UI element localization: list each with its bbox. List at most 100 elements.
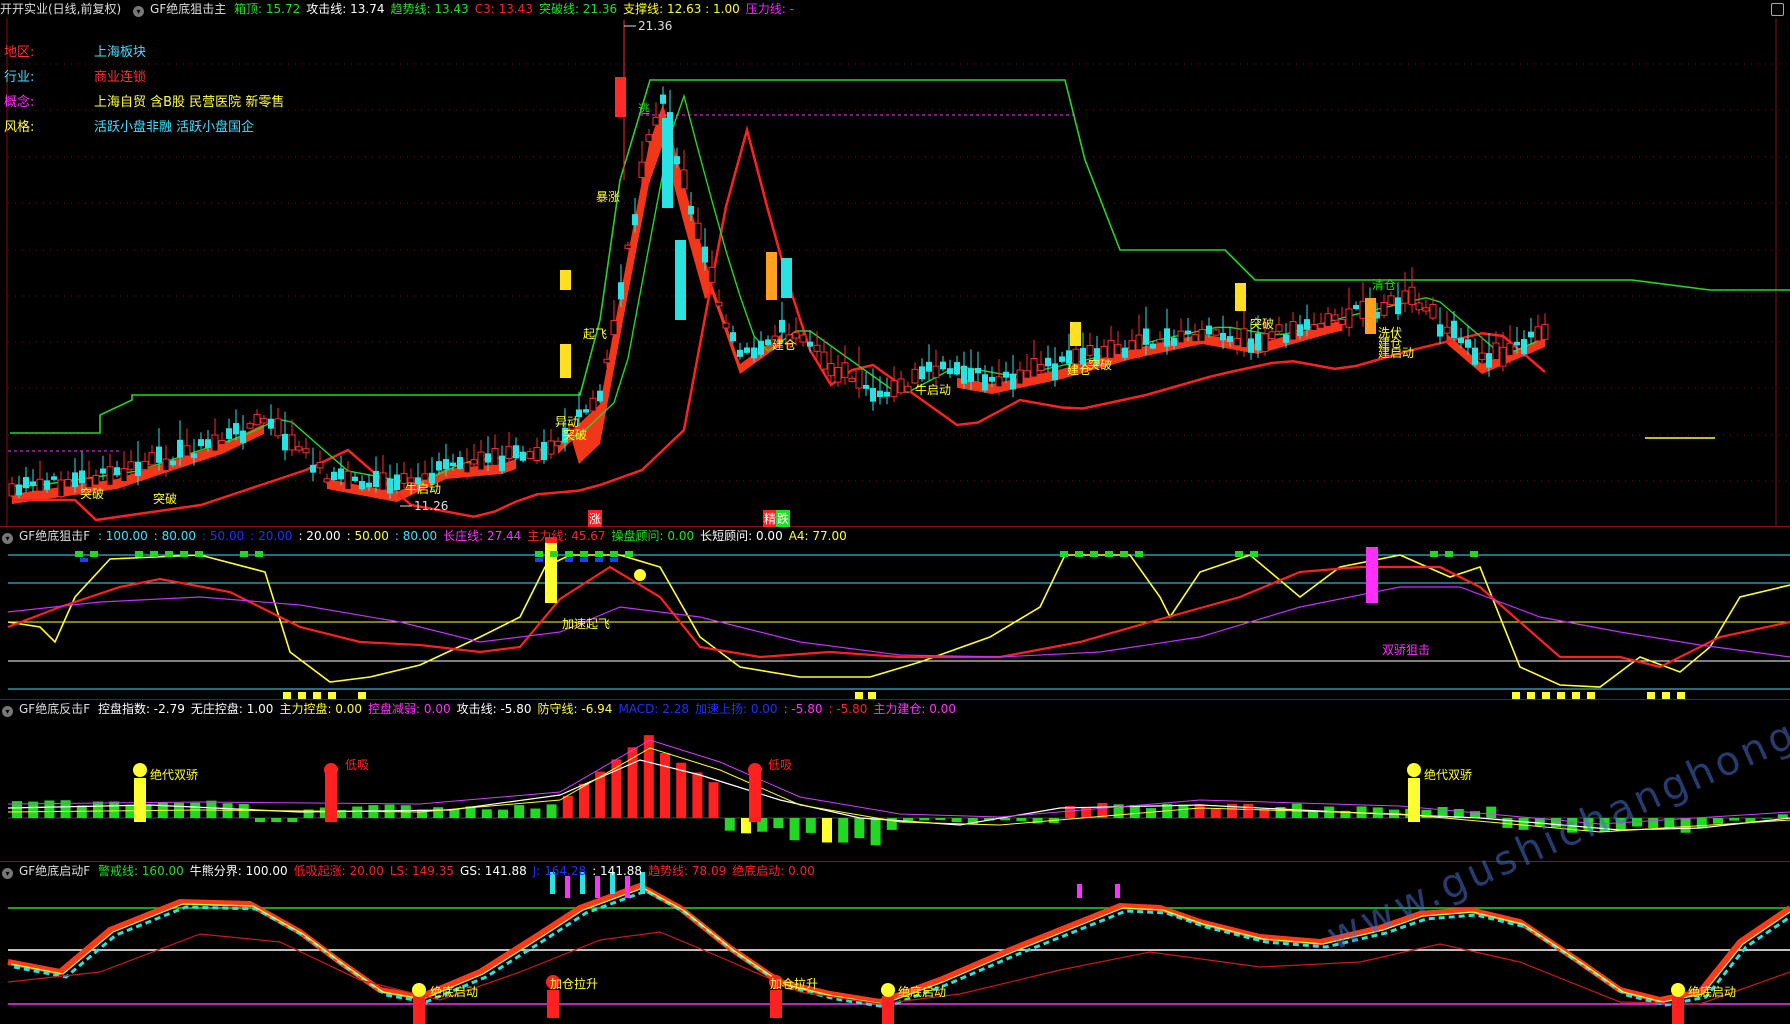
indicator-toggle-icon[interactable]: ▾ xyxy=(2,868,13,879)
top-block-blue xyxy=(80,558,88,562)
candle-down xyxy=(597,390,603,402)
candle-up xyxy=(799,334,807,343)
candle-down xyxy=(863,384,869,389)
candle-up xyxy=(1289,321,1297,341)
candle-down xyxy=(1185,330,1191,335)
top-block xyxy=(610,551,618,557)
p3-value-0: 控盘指数: -2.79 xyxy=(97,702,185,716)
candle-down xyxy=(23,477,29,489)
candle-down xyxy=(310,464,316,473)
histogram-bar xyxy=(838,818,849,843)
histogram-bar xyxy=(1680,818,1691,833)
p2-value-0: : 100.00 xyxy=(97,529,148,543)
indicator-toggle-icon[interactable]: ▾ xyxy=(2,706,13,717)
candle-down xyxy=(583,409,589,413)
signal-label: 低吸 xyxy=(768,758,793,772)
candle-down xyxy=(72,472,78,488)
histogram-bar xyxy=(1210,809,1221,818)
candle-up xyxy=(1023,370,1031,379)
indicator-pane-launch[interactable]: ▾ GF绝底启动F 警戒线: 160.00 牛熊分界: 100.00 低吸起涨: 20… xyxy=(0,861,1790,1024)
candle-up xyxy=(1408,286,1416,305)
candle-down xyxy=(961,365,967,384)
indicator-pane-snipe[interactable]: ▾ GF绝底狙击F : 100.00: 80.00: 50.00: 20.00: … xyxy=(0,526,1790,700)
signal-bar xyxy=(413,996,425,1024)
candle-up xyxy=(1268,331,1276,339)
top-block xyxy=(165,551,173,557)
signal-bar xyxy=(1672,996,1684,1024)
bottom-tag: 涨 xyxy=(588,510,603,527)
top-block xyxy=(90,551,98,557)
signal-marker: 清仓 xyxy=(1372,278,1397,292)
histogram-bar xyxy=(854,818,865,839)
histogram-bar xyxy=(1243,803,1254,818)
main-value-6: 压力线: - xyxy=(745,2,794,16)
signal-icon xyxy=(881,983,895,997)
main-value-4: 突破线: 21.36 xyxy=(538,2,618,16)
candle-up xyxy=(1191,334,1199,342)
candle-up xyxy=(1380,302,1388,316)
top-block-blue xyxy=(595,558,603,562)
p4-value-7: 趋势线: 78.09 xyxy=(648,864,727,878)
top-block xyxy=(1235,551,1243,557)
p3-indicator-name[interactable]: GF绝底反击F xyxy=(19,702,90,716)
info-value: 上海自贸 含B股 民营医院 新零售 xyxy=(94,95,285,110)
candle-up xyxy=(1324,313,1332,327)
candle-down xyxy=(233,423,239,435)
candle-down xyxy=(1304,319,1310,330)
stock-info-box: 地区: 上海板块 行业: 商业连锁 概念: 上海自贸 含B股 民营医院 新零售 风格: 活跃小… xyxy=(4,40,284,140)
histogram-bar xyxy=(109,801,120,818)
low-price-label: 11.26 xyxy=(414,499,448,513)
p3-header: ▾ GF绝底反击F 控盘指数: -2.79 无庄控盘: 1.00 主力控盘: 0.00… xyxy=(0,700,968,718)
top-block xyxy=(150,551,158,557)
top-block xyxy=(135,551,143,557)
signal-label: 绝代双骄 xyxy=(150,768,199,782)
candle-down xyxy=(499,455,505,472)
candle-up xyxy=(722,322,730,329)
histogram-bar xyxy=(1599,818,1610,832)
candle-down xyxy=(1220,332,1226,341)
candle-down xyxy=(870,388,876,402)
stock-title: 开开实业(日线,前复权) xyxy=(0,2,122,16)
indicator-toggle-icon[interactable]: ▾ xyxy=(2,533,13,544)
candle-up xyxy=(1317,323,1325,329)
info-value: 商业连锁 xyxy=(94,70,147,85)
p2-indicator-name[interactable]: GF绝底狙击F xyxy=(19,529,90,543)
candle-down xyxy=(338,468,344,480)
candle-up xyxy=(694,222,702,240)
top-block xyxy=(1120,551,1128,557)
main-chart-pane[interactable]: 开开实业(日线,前复权) ▾ GF绝底狙击主 箱顶: 15.72 攻击线: 13.7… xyxy=(0,0,1790,527)
candle-up xyxy=(183,445,191,457)
info-key: 风格: xyxy=(4,120,35,135)
candle-up xyxy=(1422,307,1430,312)
histogram-bar xyxy=(822,818,832,843)
candle-down xyxy=(968,368,974,382)
p4-value-1: 牛熊分界: 100.00 xyxy=(189,864,288,878)
histogram-bar xyxy=(1615,818,1626,831)
candle-down xyxy=(1437,324,1443,337)
candle-down xyxy=(947,368,953,375)
signal-icon xyxy=(1407,763,1421,777)
main-indicator-name[interactable]: GF绝底狙击主 xyxy=(150,2,226,16)
candle-up xyxy=(610,320,618,336)
candle-up xyxy=(645,134,653,142)
candle-up xyxy=(533,447,541,462)
candle-up xyxy=(841,362,849,378)
candle-up xyxy=(1177,330,1185,344)
p4-indicator-name[interactable]: GF绝底启动F xyxy=(19,864,90,878)
candle-up xyxy=(141,460,149,471)
p3-value-7: 加速上扬: 0.00 xyxy=(694,702,778,716)
candle-up xyxy=(1506,342,1514,357)
top-block xyxy=(550,551,558,557)
candle-up xyxy=(547,440,555,455)
window-button[interactable] xyxy=(1771,3,1784,16)
feature-candle xyxy=(1070,322,1081,346)
candle-down xyxy=(1486,353,1492,368)
candle-up xyxy=(1275,324,1283,332)
indicator-pane-counter[interactable]: ▾ GF绝底反击F 控盘指数: -2.79 无庄控盘: 1.00 主力控盘: 0.00… xyxy=(0,699,1790,861)
histogram-bar xyxy=(1713,818,1723,824)
indicator-toggle-icon[interactable]: ▾ xyxy=(133,6,145,17)
candle-up xyxy=(344,470,352,490)
candle-down xyxy=(366,482,372,488)
histogram-bar xyxy=(1761,818,1772,819)
top-block xyxy=(580,551,588,557)
